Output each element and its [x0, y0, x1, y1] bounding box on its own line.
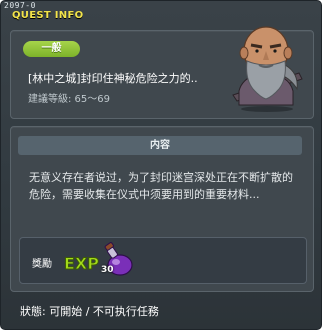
quest-info-window: 2097-0 QUEST INFO 一般 [林中之城]封印住神秘危险之力的.. … — [0, 0, 322, 330]
quest-description: 无意义存在者说过，为了封印迷宫深处正在不断扩散的危险，需要收集在仪式中须要用到的… — [29, 171, 293, 201]
exp-icon: EXP — [64, 254, 100, 274]
item-count: 30 — [101, 265, 114, 275]
content-header: 内容 — [18, 136, 302, 155]
exp-label: EXP — [64, 254, 99, 273]
quest-category-badge: 一般 — [23, 41, 80, 57]
quest-name: [林中之城]封印住神秘危险之力的.. — [28, 72, 198, 85]
reward-label: 獎勵 — [32, 259, 52, 270]
quest-status: 狀態: 可開始 / 不可执行任務 — [20, 305, 159, 318]
recommended-level: 建議等級: 65～69 — [28, 94, 110, 105]
npc-portrait-icon — [232, 26, 303, 112]
window-title: QUEST INFO — [12, 10, 84, 21]
quest-id: 2097-0 — [4, 1, 36, 10]
